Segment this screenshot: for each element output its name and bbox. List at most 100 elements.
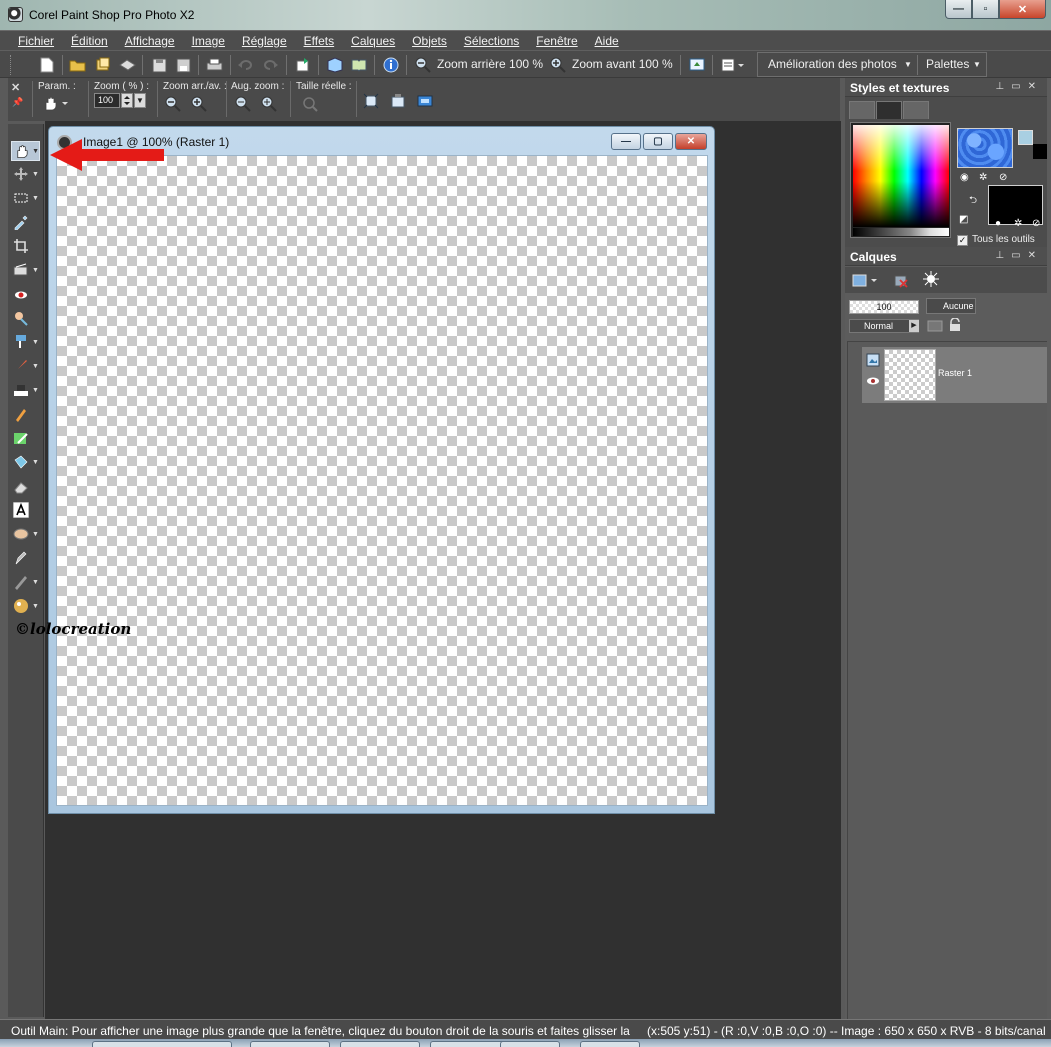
zoom-in-icon[interactable] [190,95,208,113]
book-icon[interactable] [350,56,368,74]
chevron-down-icon[interactable]: ▼ [32,195,39,202]
menu-fenetre[interactable]: Fenêtre [536,34,577,48]
image-window[interactable]: Image1 @ 100% (Raster 1) — ▢ ✕ [48,126,715,814]
zoom-dropdown-button[interactable]: ▼ [134,93,146,108]
zoom-in-100-button[interactable]: Zoom avant 100 % [572,57,673,71]
swap-colors-icon[interactable]: ⮌ [969,193,977,210]
taskbar-item[interactable] [580,1041,640,1047]
taskbar-item[interactable] [430,1041,510,1047]
layers-panel-header[interactable]: Calques ⊥▭✕ [845,247,1047,266]
chevron-down-icon[interactable]: ▼ [904,60,912,69]
zoom-in-icon[interactable] [549,56,567,74]
image-minimize-button[interactable]: — [611,133,641,150]
bg-texture-icon[interactable]: ✲ [1014,218,1022,229]
save-as-icon[interactable] [174,56,192,74]
scan-icon[interactable] [118,56,136,74]
info-icon[interactable] [382,56,400,74]
tab-frame-colors[interactable] [849,101,875,119]
all-tools-checkbox[interactable]: ✓ [957,235,968,246]
chevron-down-icon[interactable]: ▼ [32,459,39,466]
lock-icon[interactable] [946,316,964,334]
link-layer-icon[interactable] [926,317,944,335]
transparent-canvas[interactable] [56,155,708,806]
crop-tool-button[interactable] [11,236,40,256]
menu-effets[interactable]: Effets [304,34,334,48]
makeover-tool-button[interactable] [11,308,40,328]
palettes-button[interactable]: Palettes [926,57,969,71]
zoom-out-100-button[interactable]: Zoom arrière 100 % [437,57,543,71]
clone-tool-button[interactable]: ▼ [11,332,40,352]
panel-controls[interactable]: ⊥▭✕ [995,81,1043,92]
dodge-tool-button[interactable]: ▼ [11,380,40,400]
taskbar-item[interactable] [92,1041,232,1047]
image-maximize-button[interactable]: ▢ [643,133,673,150]
zoom-spinner[interactable] [121,93,133,108]
new-file-icon[interactable] [38,56,56,74]
text-tool-button[interactable] [11,500,40,520]
move-tool-button[interactable]: ▼ [11,164,40,184]
layer-effects-icon[interactable] [922,270,940,288]
chevron-down-icon[interactable]: ▼ [32,267,39,274]
chevron-down-icon[interactable]: ▼ [32,387,39,394]
fit-window-icon[interactable] [362,92,380,110]
styles-panel-header[interactable]: Styles et textures ⊥▭✕ [845,78,1047,97]
customize-toolbar-icon[interactable] [720,56,746,74]
eye-icon[interactable] [864,372,882,390]
fill-tool-button[interactable]: ▼ [11,452,40,472]
delete-layer-icon[interactable] [892,271,910,289]
taskbar-item[interactable] [500,1041,560,1047]
menu-fichier[interactable]: Fichier [18,34,54,48]
pen-tool-button[interactable] [11,548,40,568]
browse-icon[interactable] [94,56,112,74]
close-button[interactable]: ✕ [999,0,1046,19]
menu-aide[interactable]: Aide [595,34,619,48]
chevron-right-icon[interactable]: ▶ [909,320,919,332]
zoom-out-icon[interactable] [164,95,182,113]
chevron-down-icon[interactable]: ▼ [32,339,39,346]
fit-screen-icon[interactable] [416,92,434,110]
close-icon[interactable]: ✕ [11,81,20,94]
maximize-button[interactable]: ▫ [972,0,999,19]
zoom-out-icon[interactable] [414,56,432,74]
paint-brush-tool-button[interactable]: ▼ [11,356,40,376]
shape-tool-button[interactable]: ▼ [11,524,40,544]
menu-calques[interactable]: Calques [351,34,395,48]
menu-edition[interactable]: Édition [71,34,108,48]
app-icon[interactable] [8,7,23,22]
straighten-tool-button[interactable]: ▼ [11,260,40,280]
grayscale-row[interactable] [853,228,949,236]
menu-image[interactable]: Image [192,34,225,48]
mask-button[interactable]: Aucune [926,298,976,314]
presets-dropdown[interactable] [41,94,71,112]
red-eye-tool-button[interactable] [11,285,40,305]
redo-icon[interactable] [261,56,279,74]
warp-brush-tool-button[interactable]: ▼ [11,572,40,592]
texture-icon[interactable]: ✲ [979,172,987,183]
chevron-down-icon[interactable]: ▼ [32,148,39,155]
color-mode-icon[interactable]: ◉ [960,172,969,183]
chevron-down-icon[interactable]: ▼ [32,603,39,610]
photo-enhance-button[interactable]: Amélioration des photos [768,57,897,71]
eraser-gradient-tool-button[interactable] [11,428,40,448]
menu-reglage[interactable]: Réglage [242,34,287,48]
selection-tool-button[interactable]: ▼ [11,188,40,208]
reset-colors-icon[interactable]: ◩ [959,214,968,225]
learning-center-icon[interactable] [326,56,344,74]
taskbar-item[interactable] [340,1041,420,1047]
new-layer-icon[interactable] [851,271,879,289]
picture-tube-tool-button[interactable]: ▼ [11,596,40,616]
tab-swatches[interactable] [903,101,929,119]
opacity-slider[interactable]: 100 [849,300,919,314]
eraser-tool-button[interactable] [11,477,40,497]
taskbar-item[interactable] [250,1041,330,1047]
minimize-button[interactable]: — [945,0,972,19]
color-replacer-tool-button[interactable] [11,404,40,424]
chevron-down-icon[interactable]: ▼ [32,363,39,370]
layer-item[interactable]: Raster 1 [862,347,1047,403]
none-icon[interactable]: ⊘ [999,172,1007,183]
print-icon[interactable] [205,56,223,74]
zoom-more-out-icon[interactable] [234,95,252,113]
chevron-down-icon[interactable]: ▼ [32,579,39,586]
save-icon[interactable] [150,56,168,74]
menu-selections[interactable]: Sélections [464,34,519,48]
